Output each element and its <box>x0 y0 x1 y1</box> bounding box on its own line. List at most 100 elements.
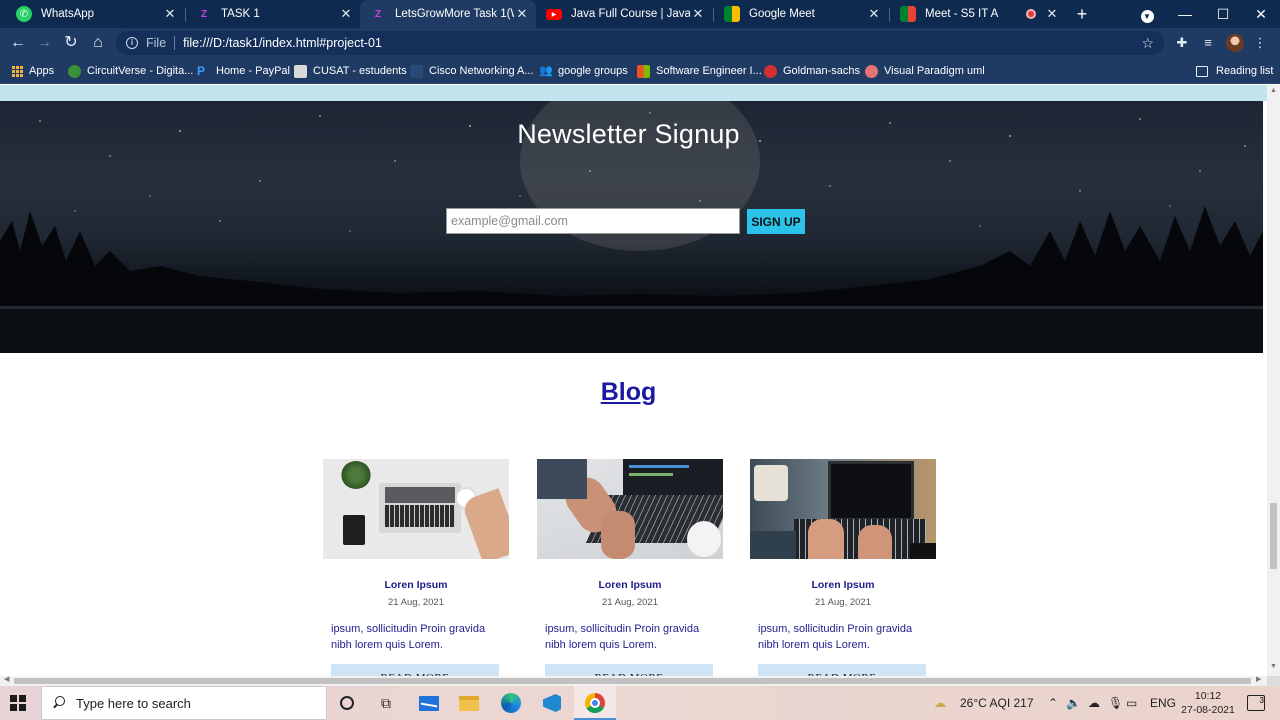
language-indicator[interactable]: ENG <box>1150 696 1176 710</box>
taskbar-search[interactable]: Type here to search <box>41 686 327 720</box>
close-icon[interactable]: ✕ <box>1044 6 1060 22</box>
blog-card-title[interactable]: Loren Ipsum <box>750 579 936 591</box>
bookmark-label: Visual Paradigm uml <box>884 65 985 77</box>
search-icon <box>52 696 66 710</box>
blog-card-text: ipsum, sollicitudin Proin gravida nibh l… <box>758 623 913 651</box>
edge-icon[interactable] <box>500 692 522 714</box>
bookmark-visual-paradigm[interactable]: Visual Paradigm uml <box>865 62 985 80</box>
profile-avatar[interactable] <box>1226 34 1244 52</box>
blog-card: Loren Ipsum 21 Aug, 2021 ipsum, sollicit… <box>537 459 723 676</box>
volume-icon[interactable]: 🔈 <box>1066 696 1081 710</box>
scheme-label: File <box>146 36 167 50</box>
bookmark-cusat[interactable]: CUSAT - estudents <box>294 62 407 80</box>
windows-start-icon[interactable] <box>10 695 26 711</box>
vscode-icon[interactable] <box>541 692 563 714</box>
close-icon[interactable]: ✕ <box>162 6 178 22</box>
back-button[interactable]: ← <box>8 33 28 53</box>
apps-grid-icon <box>12 65 23 77</box>
blog-card-date: 21 Aug, 2021 <box>388 597 444 608</box>
read-more-button[interactable]: READ MORE <box>545 664 713 676</box>
mail-icon[interactable] <box>418 692 440 714</box>
scroll-down-arrow-icon[interactable]: ▼ <box>1267 663 1280 670</box>
bookmark-label: Cisco Networking A... <box>429 65 534 77</box>
scroll-left-arrow-icon[interactable]: ◀ <box>4 675 9 683</box>
scroll-up-arrow-icon[interactable]: ▲ <box>1267 87 1280 94</box>
bookmark-cisco[interactable]: Cisco Networking A... <box>410 62 534 80</box>
goldman-icon <box>764 64 777 78</box>
scroll-right-arrow-icon[interactable]: ▶ <box>1256 675 1261 683</box>
tab-letsgrowmore[interactable]: Z LetsGrowMore Task 1(Web ✕ <box>360 0 536 28</box>
sign-up-button[interactable]: SIGN UP <box>747 209 805 234</box>
scroll-thumb[interactable] <box>1270 503 1277 569</box>
task-view-icon[interactable]: ⧉ <box>375 692 397 714</box>
bookmark-paypal[interactable]: P Home - PayPal <box>197 62 290 80</box>
blog-card-text: ipsum, sollicitudin Proin gravida nibh l… <box>545 623 700 651</box>
close-icon[interactable]: ✕ <box>866 6 882 22</box>
info-icon[interactable]: i <box>126 37 138 49</box>
battery-icon[interactable]: ▭ <box>1126 696 1137 710</box>
chrome-taskbar-button[interactable] <box>574 686 616 720</box>
weather-icon[interactable]: ☁ <box>934 696 946 710</box>
media-control-icon[interactable]: ≡ <box>1198 33 1218 53</box>
blog-title[interactable]: Blog <box>0 378 1257 407</box>
blog-card-text: ipsum, sollicitudin Proin gravida nibh l… <box>331 623 486 651</box>
bookmark-software-engineer[interactable]: Software Engineer I... <box>637 62 762 80</box>
bookmark-label: CircuitVerse - Digita... <box>87 65 194 77</box>
notification-icon[interactable]: 3 <box>1247 695 1265 711</box>
close-icon[interactable]: ✕ <box>338 6 354 22</box>
close-window-button[interactable]: ✕ <box>1242 0 1280 28</box>
tab-title: TASK 1 <box>221 8 260 20</box>
home-button[interactable]: ⌂ <box>88 33 108 53</box>
tab-whatsapp[interactable]: ✆ WhatsApp ✕ <box>6 0 184 28</box>
reload-button[interactable]: ↻ <box>61 33 81 53</box>
close-icon[interactable]: ✕ <box>690 6 706 22</box>
read-more-button[interactable]: READ MORE <box>331 664 499 676</box>
tab-task1[interactable]: Z TASK 1 ✕ <box>186 0 360 28</box>
reading-list-button[interactable]: Reading list <box>1196 62 1273 80</box>
browser-tab-strip: ✆ WhatsApp ✕ Z TASK 1 ✕ Z LetsGrowMore T… <box>0 0 1280 28</box>
tab-search-button[interactable]: ▼ <box>1128 0 1166 28</box>
menu-icon[interactable]: ⋮ <box>1250 33 1270 53</box>
microphone-icon[interactable]: 🎙 <box>1108 696 1123 710</box>
tab-google-meet[interactable]: Google Meet ✕ <box>714 0 888 28</box>
tab-meet-s5[interactable]: Meet - S5 IT A ✕ <box>890 0 1066 28</box>
forward-button[interactable]: → <box>34 33 54 53</box>
read-more-button[interactable]: READ MORE <box>758 664 926 676</box>
bookmark-star-icon[interactable]: ☆ <box>1141 35 1154 52</box>
microsoft-icon <box>637 64 650 78</box>
horizontal-scrollbar[interactable]: ◀ ▶ <box>0 676 1267 686</box>
clock[interactable]: 10:12 27-08-2021 <box>1178 689 1238 717</box>
blog-card: Loren Ipsum 21 Aug, 2021 ipsum, sollicit… <box>323 459 509 676</box>
email-input[interactable] <box>446 208 740 234</box>
cortana-icon[interactable] <box>336 692 358 714</box>
blog-card-title[interactable]: Loren Ipsum <box>537 579 723 591</box>
extensions-icon[interactable]: ✚ <box>1172 33 1192 53</box>
bookmark-circuitverse[interactable]: CircuitVerse - Digita... <box>68 62 193 80</box>
close-icon[interactable]: ✕ <box>514 6 530 22</box>
blog-card-image <box>750 459 936 559</box>
address-bar[interactable]: i File file:///D:/task1/index.html#proje… <box>116 31 1164 55</box>
bookmark-apps[interactable]: Apps <box>12 62 54 80</box>
weather-text[interactable]: 26°C AQI 217 <box>960 696 1034 710</box>
tab-title: Java Full Course | Java Tuto <box>571 8 690 20</box>
bookmark-google-groups[interactable]: 👥 google groups <box>539 62 628 80</box>
file-explorer-icon[interactable] <box>458 692 480 714</box>
new-tab-button[interactable]: + <box>1072 4 1092 24</box>
blog-card-title[interactable]: Loren Ipsum <box>323 579 509 591</box>
blog-card-image <box>323 459 509 559</box>
tab-java-course[interactable]: ▶ Java Full Course | Java Tuto ✕ <box>536 0 712 28</box>
bookmark-label: Software Engineer I... <box>656 65 762 77</box>
vertical-scrollbar[interactable]: ▲ ▼ <box>1267 85 1280 676</box>
network-icon[interactable]: ☁ <box>1088 696 1100 710</box>
bookmark-goldman[interactable]: Goldman-sachs <box>764 62 860 80</box>
clock-date: 27-08-2021 <box>1181 704 1235 716</box>
reading-list-label: Reading list <box>1216 65 1274 77</box>
tab-title: LetsGrowMore Task 1(Web <box>395 8 514 20</box>
chevron-up-icon[interactable]: ⌃ <box>1048 696 1058 710</box>
maximize-button[interactable]: ☐ <box>1204 0 1242 28</box>
scroll-thumb[interactable] <box>14 678 1251 684</box>
url-text[interactable]: file:///D:/task1/index.html#project-01 <box>183 36 382 50</box>
tab-title: Google Meet <box>749 8 815 20</box>
clock-time: 10:12 <box>1194 690 1222 702</box>
minimize-button[interactable]: — <box>1166 0 1204 28</box>
